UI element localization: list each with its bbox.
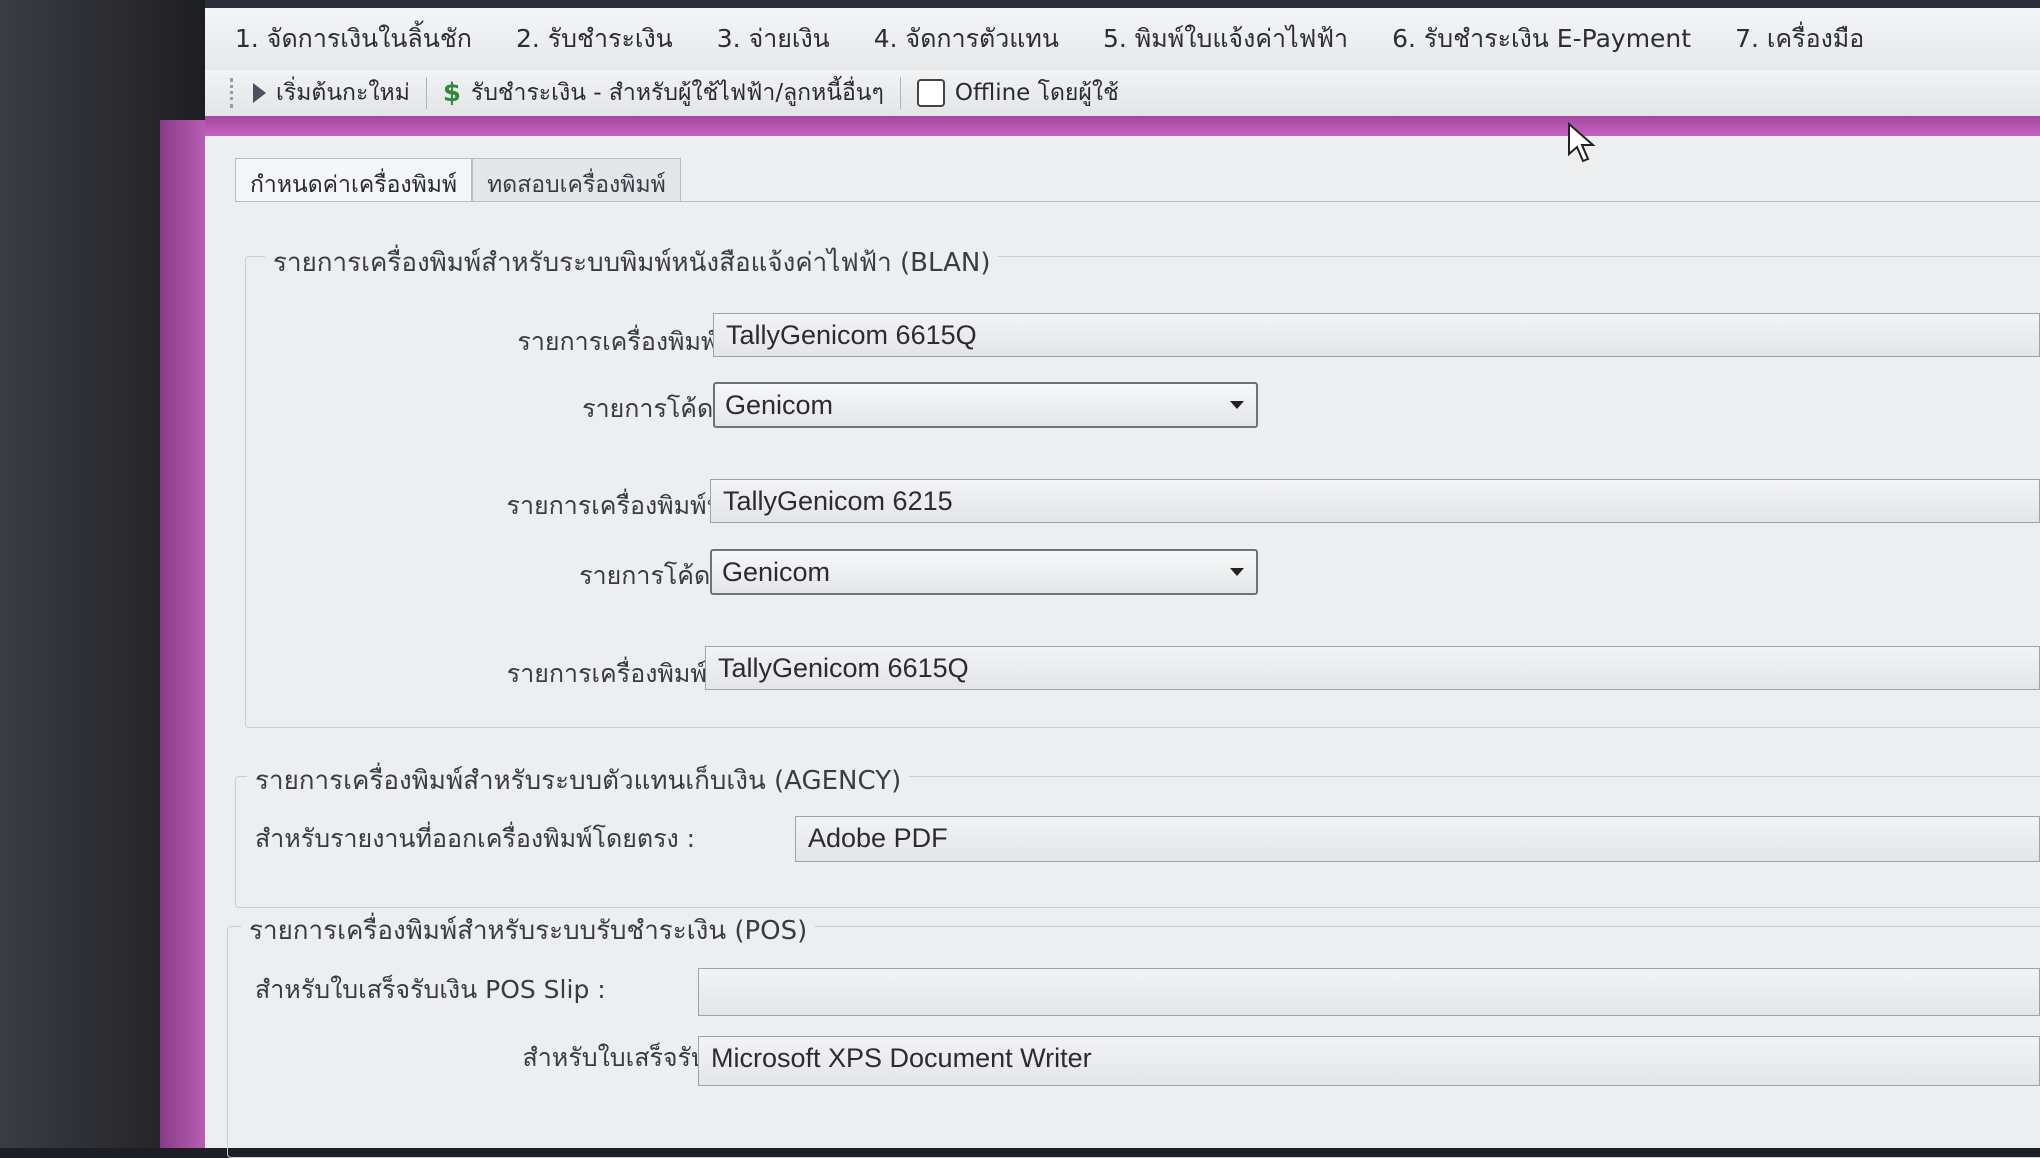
app-window: 1. จัดการเงินในลิ้นชัก 2. รับชำระเงิน 3.… xyxy=(205,0,2040,1158)
pos-slip-printer-label: สำหรับใบเสร็จรับเงิน POS Slip : xyxy=(255,975,606,1004)
general-receipt-printer-field[interactable]: Microsoft XPS Document Writer xyxy=(698,1036,2040,1086)
desktop-edge xyxy=(160,120,205,1148)
menu-item-print-bill[interactable]: 5. พิมพ์ใบแจ้งค่าไฟฟ้า xyxy=(1103,19,1348,59)
menu-item-disburse[interactable]: 3. จ่ายเงิน xyxy=(717,19,830,59)
bank-bill-printer-field[interactable]: TallyGenicom 6615Q xyxy=(705,646,2040,690)
blan-group-title: รายการเครื่องพิมพ์สำหรับระบบพิมพ์หนังสือ… xyxy=(265,242,999,283)
pos-slip-printer-field[interactable] xyxy=(698,968,2040,1016)
notice-printer-field[interactable]: TallyGenicom 6215 xyxy=(710,479,2040,523)
toolbar-separator xyxy=(425,77,427,109)
toolbar-grip-icon[interactable] xyxy=(230,78,237,108)
tab-strip: กำหนดค่าเครื่องพิมพ์ ทดสอบเครื่องพิมพ์ xyxy=(235,158,681,202)
chevron-down-icon xyxy=(1230,568,1244,576)
agent-bill-printer-field[interactable]: TallyGenicom 6615Q xyxy=(713,313,2040,357)
chevron-down-icon xyxy=(1230,401,1244,409)
menu-bar: 1. จัดการเงินในลิ้นชัก 2. รับชำระเงิน 3.… xyxy=(205,8,2040,70)
printer-code-select-2[interactable]: Genicom xyxy=(710,549,1258,595)
direct-report-printer-field[interactable]: Adobe PDF xyxy=(795,816,2040,862)
title-strip xyxy=(205,0,2040,8)
direct-report-printer-label: สำหรับรายงานที่ออกเครื่องพิมพ์โดยตรง : xyxy=(255,824,696,853)
menu-item-payment[interactable]: 2. รับชำระเงิน xyxy=(516,19,673,59)
receive-payment-label: รับชำระเงิน - สำหรับผู้ใช้ไฟฟ้า/ลูกหนี้อ… xyxy=(470,80,884,106)
offline-toggle[interactable]: Offline โดยผู้ใช้ xyxy=(916,75,1119,111)
menu-item-agent[interactable]: 4. จัดการตัวแทน xyxy=(874,19,1059,59)
accent-bar xyxy=(205,116,2040,136)
toolbar-separator xyxy=(899,77,901,109)
tab-divider xyxy=(235,201,2040,202)
menu-item-drawer[interactable]: 1. จัดการเงินในลิ้นชัก xyxy=(235,19,472,59)
offline-checkbox[interactable] xyxy=(916,79,945,107)
receive-payment-button[interactable]: $ รับชำระเงิน - สำหรับผู้ใช้ไฟฟ้า/ลูกหนี… xyxy=(443,75,884,111)
menu-item-epayment[interactable]: 6. รับชำระเงิน E-Payment xyxy=(1392,19,1691,59)
printer-code-select-1-value: Genicom xyxy=(725,390,834,420)
printer-settings-panel: กำหนดค่าเครื่องพิมพ์ ทดสอบเครื่องพิมพ์ ร… xyxy=(205,136,2040,1158)
toolbar: เริ่มต้นกะใหม่ $ รับชำระเงิน - สำหรับผู้… xyxy=(205,70,2040,116)
dollar-icon: $ xyxy=(442,78,461,108)
agency-group-title: รายการเครื่องพิมพ์สำหรับระบบตัวแทนเก็บเง… xyxy=(247,760,910,801)
tab-printer-test[interactable]: ทดสอบเครื่องพิมพ์ xyxy=(472,158,681,202)
mouse-cursor-icon xyxy=(1568,122,1596,163)
play-icon xyxy=(253,83,266,103)
restart-shift-button[interactable]: เริ่มต้นกะใหม่ xyxy=(253,75,410,111)
printer-code-select-2-value: Genicom xyxy=(722,557,831,587)
menu-item-tools[interactable]: 7. เครื่องมือ xyxy=(1735,19,1864,59)
offline-label: Offline โดยผู้ใช้ xyxy=(954,80,1119,106)
pos-group-title: รายการเครื่องพิมพ์สำหรับระบบรับชำระเงิน … xyxy=(241,910,816,951)
tab-printer-settings[interactable]: กำหนดค่าเครื่องพิมพ์ xyxy=(235,158,473,202)
printer-code-select-1[interactable]: Genicom xyxy=(713,382,1258,428)
restart-shift-label: เริ่มต้นกะใหม่ xyxy=(276,80,410,106)
